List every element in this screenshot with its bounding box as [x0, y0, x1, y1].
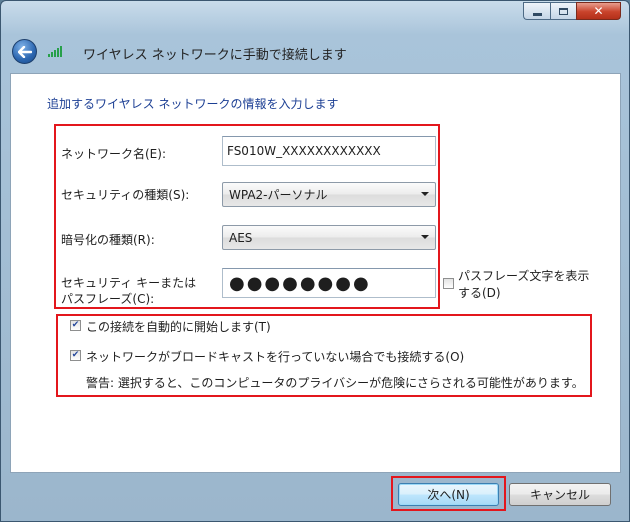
page-title: ワイヤレス ネットワークに手動で接続します — [83, 48, 347, 63]
close-icon: ✕ — [593, 4, 604, 18]
show-characters-checkbox[interactable] — [443, 278, 454, 289]
wireless-signal-icon — [48, 45, 62, 57]
instruction-text: 追加するワイヤレス ネットワークの情報を入力します — [47, 97, 339, 111]
highlight-frame-fields — [54, 124, 440, 309]
show-characters-label-line2: する(D) — [458, 286, 501, 300]
show-characters-label-line1: パスフレーズ文字を表示 — [458, 269, 590, 283]
content-panel: 追加するワイヤレス ネットワークの情報を入力します ネットワーク名(E): FS… — [10, 73, 621, 473]
back-button[interactable] — [12, 39, 37, 64]
close-button[interactable]: ✕ — [576, 2, 621, 20]
maximize-icon — [559, 7, 568, 15]
show-characters-label: パスフレーズ文字を表示 する(D) — [458, 268, 589, 302]
minimize-button[interactable] — [523, 2, 550, 20]
back-arrow-icon — [17, 45, 32, 58]
highlight-frame-options — [56, 314, 592, 397]
dialog-window: ✕ ワイヤレス ネットワークに手動で接続します 追加するワイヤレス ネットワーク… — [0, 0, 630, 522]
maximize-button[interactable] — [550, 2, 576, 20]
cancel-button[interactable]: キャンセル — [509, 483, 611, 506]
minimize-icon — [532, 12, 542, 16]
next-button[interactable]: 次へ(N) — [398, 483, 499, 506]
caption-buttons: ✕ — [523, 2, 621, 20]
